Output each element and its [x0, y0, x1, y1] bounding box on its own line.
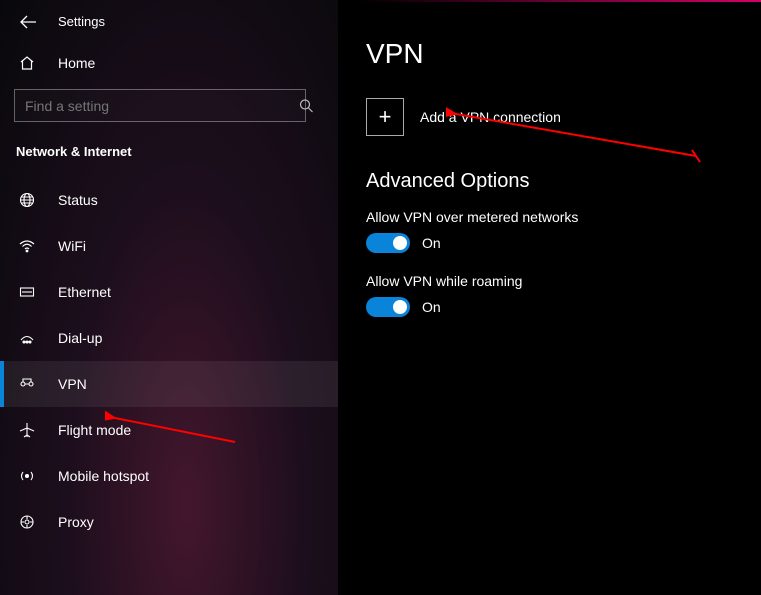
- nav-label: Status: [58, 192, 98, 208]
- back-button[interactable]: [20, 15, 36, 29]
- nav-label: Proxy: [58, 514, 94, 530]
- airplane-icon: [18, 422, 36, 438]
- add-vpn-label: Add a VPN connection: [420, 109, 561, 125]
- nav-item-wifi[interactable]: WiFi: [0, 223, 338, 269]
- nav-label: VPN: [58, 376, 87, 392]
- option-label: Allow VPN over metered networks: [366, 209, 733, 225]
- window-accent-bar: [359, 0, 761, 2]
- globe-icon: [18, 192, 36, 208]
- plus-icon: +: [366, 98, 404, 136]
- nav-item-vpn[interactable]: VPN: [0, 361, 338, 407]
- ethernet-icon: [18, 284, 36, 300]
- nav-item-status[interactable]: Status: [0, 177, 338, 223]
- wifi-icon: [18, 238, 36, 254]
- nav-item-ethernet[interactable]: Ethernet: [0, 269, 338, 315]
- nav-label: Flight mode: [58, 422, 131, 438]
- option-label: Allow VPN while roaming: [366, 273, 733, 289]
- nav-label: Mobile hotspot: [58, 468, 149, 484]
- home-label: Home: [58, 55, 95, 71]
- nav-item-proxy[interactable]: Proxy: [0, 499, 338, 545]
- add-vpn-button[interactable]: + Add a VPN connection: [366, 98, 733, 136]
- toggle-roaming[interactable]: [366, 297, 410, 317]
- nav-item-hotspot[interactable]: Mobile hotspot: [0, 453, 338, 499]
- search-input[interactable]: [14, 89, 306, 122]
- vpn-icon: [18, 376, 36, 392]
- hotspot-icon: [18, 468, 36, 484]
- nav-item-flightmode[interactable]: Flight mode: [0, 407, 338, 453]
- nav-label: Dial-up: [58, 330, 102, 346]
- header-title: Settings: [58, 14, 105, 29]
- advanced-options-heading: Advanced Options: [366, 170, 733, 193]
- nav-label: Ethernet: [58, 284, 111, 300]
- page-title: VPN: [366, 38, 733, 70]
- toggle-metered[interactable]: [366, 233, 410, 253]
- toggle-state: On: [422, 299, 441, 315]
- toggle-state: On: [422, 235, 441, 251]
- nav-label: WiFi: [58, 238, 86, 254]
- nav-item-dialup[interactable]: Dial-up: [0, 315, 338, 361]
- dialup-icon: [18, 330, 36, 346]
- home-icon: [18, 55, 36, 71]
- home-nav[interactable]: Home: [0, 45, 338, 81]
- proxy-icon: [18, 514, 36, 530]
- section-header: Network & Internet: [0, 136, 338, 177]
